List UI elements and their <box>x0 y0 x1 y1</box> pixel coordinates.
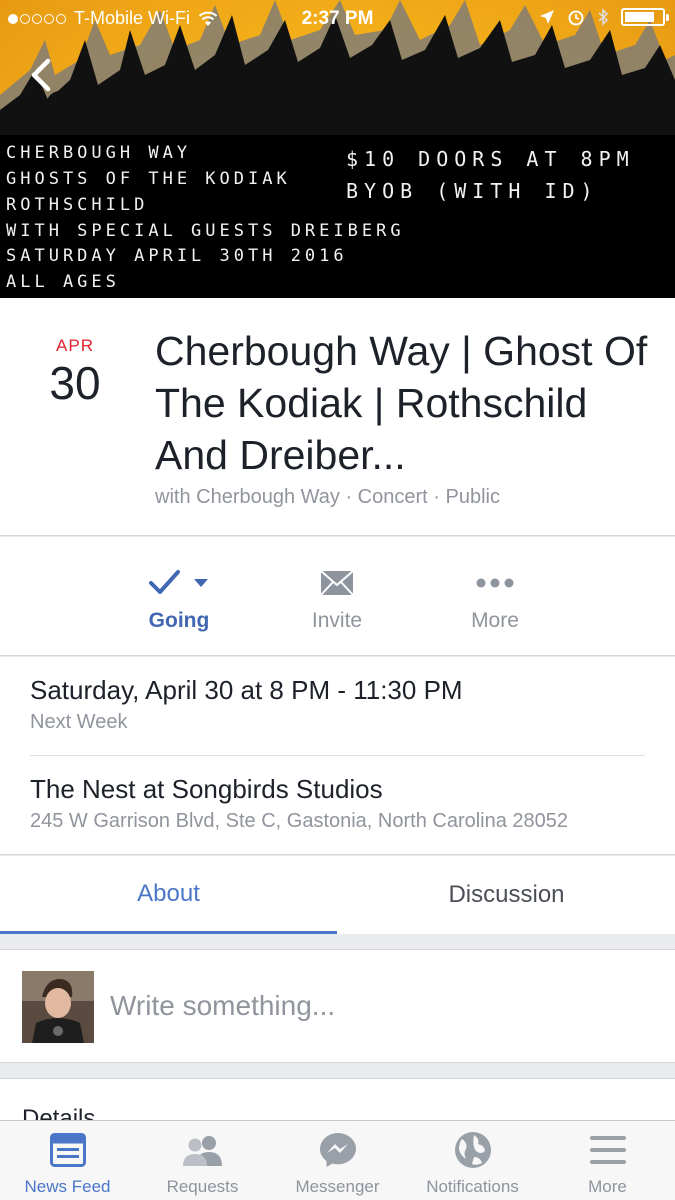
tab-label: Requests <box>166 1177 239 1196</box>
battery-level <box>625 12 654 22</box>
poster-text: GHOSTS OF THE KODIAK <box>6 169 291 189</box>
alarm-icon <box>568 10 584 26</box>
poster-text: BYOB (WITH ID) <box>346 179 599 203</box>
checkmark-icon <box>149 570 180 594</box>
tab-notifications[interactable]: Notifications <box>405 1129 540 1197</box>
envelope-icon <box>320 570 354 596</box>
going-button[interactable]: Going <box>99 565 259 633</box>
divider <box>30 755 645 756</box>
event-date-day: 30 <box>49 357 101 409</box>
invite-label: Invite <box>311 609 363 632</box>
more-label: More <box>471 609 519 632</box>
tab-label: Notifications <box>426 1177 519 1196</box>
event-actions: Going Invite More <box>0 537 675 656</box>
event-poster: CHERBOUGH WAY GHOSTS OF THE KODIAK ROTHS… <box>0 135 675 298</box>
event-info: Saturday, April 30 at 8 PM - 11:30 PM Ne… <box>0 657 675 855</box>
back-button[interactable] <box>22 55 62 95</box>
tab-more[interactable]: More <box>540 1129 675 1197</box>
poster-text: CHERBOUGH WAY <box>6 143 192 163</box>
status-bar: T-Mobile Wi-Fi 2:37 PM <box>0 0 675 40</box>
avatar[interactable] <box>22 971 94 1043</box>
bottom-tab-bar: News Feed Requests Messenger Notificatio… <box>0 1120 675 1200</box>
location-arrow-icon <box>540 10 554 24</box>
invite-button[interactable]: Invite <box>257 565 417 633</box>
news-feed-icon <box>49 1133 86 1167</box>
requests-icon <box>182 1136 222 1166</box>
battery-icon <box>621 8 669 26</box>
write-something-input[interactable]: Write something... <box>110 990 335 1022</box>
event-subtitle: with Cherbough Way · Concert · Public <box>155 486 500 508</box>
event-relative-date: Next Week <box>30 711 128 733</box>
chevron-left-icon <box>31 58 51 92</box>
globe-icon <box>454 1132 491 1168</box>
tab-news-feed[interactable]: News Feed <box>0 1129 135 1197</box>
tab-about[interactable]: About <box>0 856 337 934</box>
poster-text: ALL AGES <box>6 272 120 292</box>
event-address: 245 W Garrison Blvd, Ste C, Gastonia, No… <box>30 810 569 832</box>
tab-discussion[interactable]: Discussion <box>338 856 675 934</box>
messenger-icon <box>319 1133 356 1167</box>
event-date-month: APR <box>56 336 94 355</box>
caret-down-icon <box>194 579 208 587</box>
tab-label: News Feed <box>24 1177 111 1196</box>
post-composer: Write something... <box>0 949 675 1063</box>
poster-text: $10 DOORS AT 8PM <box>346 147 635 171</box>
user-photo <box>22 971 94 1043</box>
tab-label: More <box>588 1177 627 1196</box>
event-cover-photo: CHERBOUGH WAY GHOSTS OF THE KODIAK ROTHS… <box>0 0 675 298</box>
poster-text: WITH SPECIAL GUESTS DREIBERG <box>6 221 405 241</box>
event-venue: The Nest at Songbirds Studios <box>30 774 383 804</box>
more-button[interactable]: More <box>415 565 575 633</box>
tab-requests[interactable]: Requests <box>135 1129 270 1197</box>
bluetooth-icon <box>598 8 609 26</box>
tab-label: Messenger <box>295 1177 380 1196</box>
tab-messenger[interactable]: Messenger <box>270 1129 405 1197</box>
menu-icon <box>589 1136 626 1164</box>
poster-text: SATURDAY APRIL 30TH 2016 <box>6 246 348 266</box>
event-tabs: About Discussion <box>0 856 675 934</box>
going-label: Going <box>148 609 210 632</box>
event-datetime: Saturday, April 30 at 8 PM - 11:30 PM <box>30 675 463 705</box>
event-title: Cherbough Way | Ghost Of The Kodiak | Ro… <box>155 328 648 478</box>
more-dots-icon <box>476 578 514 588</box>
poster-text: ROTHSCHILD <box>6 195 149 215</box>
